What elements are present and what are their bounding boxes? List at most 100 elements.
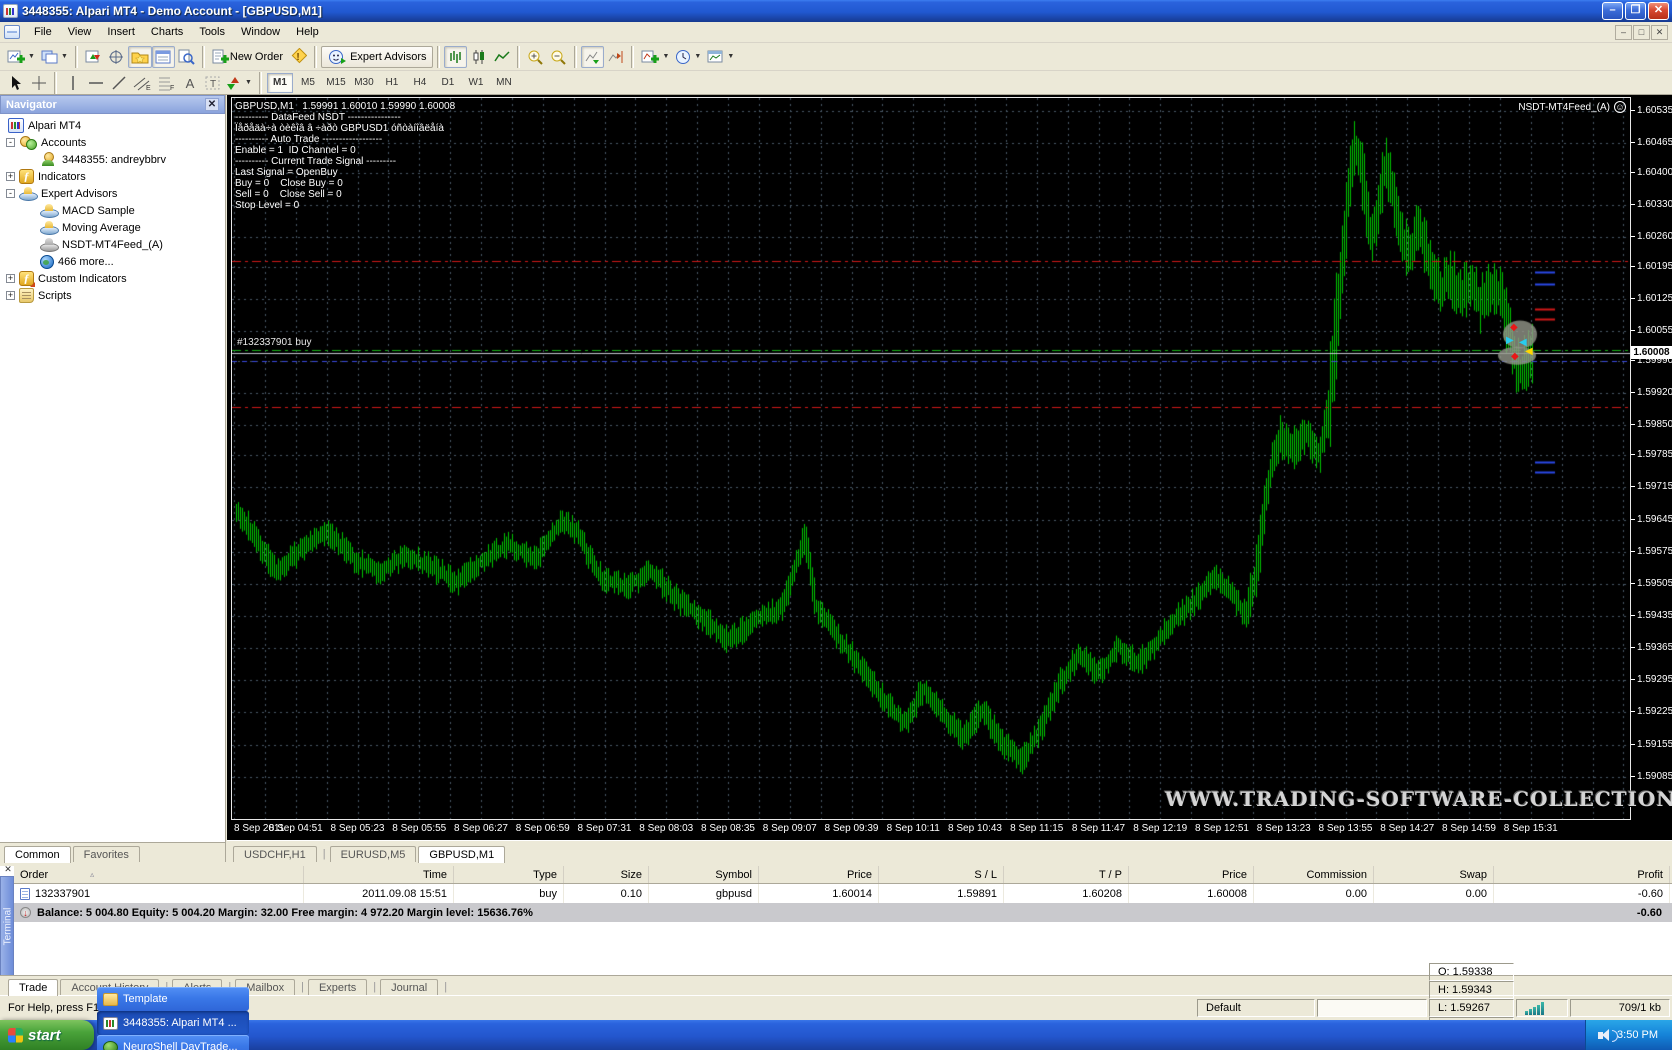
terminal-tab-experts[interactable]: Experts (307, 979, 368, 996)
timeframe-m30[interactable]: M30 (351, 73, 377, 93)
menu-window[interactable]: Window (233, 24, 288, 40)
menu-help[interactable]: Help (288, 24, 327, 40)
tree-item-scripts[interactable]: + Scripts (0, 287, 225, 304)
cursor-button[interactable] (4, 72, 27, 94)
bar-chart-button[interactable] (444, 45, 468, 68)
column-header-size[interactable]: Size (564, 866, 649, 883)
taskbar-task-template[interactable]: Template (97, 987, 249, 1011)
column-header-time[interactable]: Time (304, 866, 454, 883)
timeframe-mn[interactable]: MN (491, 73, 517, 93)
menu-tools[interactable]: Tools (191, 24, 233, 40)
equidistant-channel-button[interactable]: E (130, 72, 154, 94)
menu-file[interactable]: File (26, 24, 60, 40)
navigator-tab-favorites[interactable]: Favorites (72, 846, 140, 863)
expert-advisors-button[interactable]: Expert Advisors (321, 45, 434, 68)
market-watch-button[interactable] (82, 46, 105, 68)
column-header-type[interactable]: Type (454, 866, 564, 883)
timeframe-m1[interactable]: M1 (266, 72, 293, 93)
column-header-symbol[interactable]: Symbol (649, 866, 759, 883)
column-header-swap[interactable]: Swap (1374, 866, 1494, 883)
arrows-button[interactable]: ▼ (224, 72, 255, 94)
fibonacci-button[interactable]: F (154, 72, 178, 94)
profile-cell[interactable]: Default (1197, 999, 1315, 1017)
timeframe-w1[interactable]: W1 (463, 73, 489, 93)
terminal-button[interactable] (151, 45, 175, 68)
data-window-button[interactable] (105, 46, 128, 68)
terminal-tab-journal[interactable]: Journal (380, 979, 439, 996)
periods-button[interactable]: ▼ (672, 46, 704, 68)
taskbar-task-neuroshell-daytrade-[interactable]: NeuroShell DayTrade... (97, 1035, 249, 1050)
start-button[interactable]: start (0, 1020, 94, 1050)
auto-scroll-button[interactable] (581, 45, 605, 68)
navigator-button[interactable] (127, 45, 152, 68)
tree-item-indicators[interactable]: + Indicators (0, 168, 225, 185)
order-table-row[interactable]: 132337901 2011.09.08 15:51 buy 0.10 gbpusd 1.… (14, 884, 1672, 903)
terminal-close-icon[interactable]: ✕ (2, 864, 14, 875)
tree-item-466-more-[interactable]: 466 more... (0, 253, 225, 270)
column-header-t-p[interactable]: T / P (1004, 866, 1129, 883)
text-label-button[interactable]: T (201, 72, 224, 94)
templates-button[interactable]: ▼ (704, 46, 737, 68)
tree-item-expert-advisors[interactable]: - Expert Advisors (0, 185, 225, 202)
menu-insert[interactable]: Insert (99, 24, 143, 40)
column-header-commission[interactable]: Commission (1254, 866, 1374, 883)
close-button[interactable]: ✕ (1648, 2, 1669, 20)
menu-charts[interactable]: Charts (143, 24, 191, 40)
child-restore-button[interactable]: □ (1633, 24, 1650, 40)
tree-item-moving-average[interactable]: Moving Average (0, 219, 225, 236)
restore-button[interactable]: ❐ (1625, 2, 1646, 20)
timeframe-h4[interactable]: H4 (407, 73, 433, 93)
tree-item-3448355-andreybbrv[interactable]: 3448355: andreybbrv (0, 151, 225, 168)
child-close-button[interactable]: ✕ (1651, 24, 1668, 40)
chart-tab-gbpusd-m1[interactable]: GBPUSD,M1 (418, 846, 506, 863)
price-axis[interactable]: 1.60535 1.60465 1.60400 1.60330 1.60260 1.601… (1630, 95, 1672, 840)
column-header-profit[interactable]: Profit (1494, 866, 1670, 883)
tree-item-custom-indicators[interactable]: + Custom Indicators (0, 270, 225, 287)
time-axis[interactable]: 8 Sep 2011 8 Sep 04:51 8 Sep 05:23 8 Sep 05… (232, 823, 1630, 838)
tree-item-alpari-mt4[interactable]: Alpari MT4 (0, 117, 225, 134)
minimize-button[interactable]: – (1602, 2, 1623, 20)
timeframe-d1[interactable]: D1 (435, 73, 461, 93)
column-header-price[interactable]: Price (1129, 866, 1254, 883)
expand-icon[interactable]: + (6, 274, 15, 283)
expand-icon[interactable]: + (6, 291, 15, 300)
column-header-order[interactable]: Order ▵ (14, 866, 304, 883)
text-button[interactable]: A (178, 72, 201, 94)
menu-view[interactable]: View (60, 24, 100, 40)
chart-tab-eurusd-m5[interactable]: EURUSD,M5 (329, 846, 417, 863)
warning-icon[interactable]: ! (286, 46, 310, 68)
chart-tab-usdchf-h1[interactable]: USDCHF,H1 (233, 846, 317, 863)
vertical-line-button[interactable] (61, 72, 84, 94)
volume-icon[interactable] (1598, 1028, 1619, 1042)
indicators-button[interactable]: ▼ (638, 46, 672, 68)
new-chart-button[interactable]: ▼ (4, 46, 38, 68)
column-header-s-l[interactable]: S / L (879, 866, 1004, 883)
tree-item-nsdt-mt4feed-a-[interactable]: NSDT-MT4Feed_(A) (0, 236, 225, 253)
collapse-icon[interactable]: - (6, 138, 15, 147)
terminal-tab-trade[interactable]: Trade (8, 979, 59, 996)
child-minimize-button[interactable]: – (1615, 24, 1632, 40)
navigator-tab-common[interactable]: Common (4, 846, 71, 863)
tree-item-macd-sample[interactable]: MACD Sample (0, 202, 225, 219)
navigator-close-icon[interactable]: ✕ (205, 98, 219, 111)
trendline-button[interactable] (107, 72, 130, 94)
crosshair-button[interactable] (27, 72, 50, 94)
chart-shift-button[interactable] (604, 46, 627, 68)
terminal-side-strip[interactable]: Terminal (0, 876, 14, 976)
zoom-out-button[interactable] (547, 46, 570, 68)
horizontal-line-button[interactable] (84, 72, 107, 94)
candlestick-button[interactable] (467, 46, 490, 68)
timeframe-m5[interactable]: M5 (295, 73, 321, 93)
expand-icon[interactable]: + (6, 172, 15, 181)
profiles-button[interactable]: ▼ (38, 46, 71, 68)
timeframe-m15[interactable]: M15 (323, 73, 349, 93)
tree-item-accounts[interactable]: - Accounts (0, 134, 225, 151)
taskbar-task-3448355-alpari-mt4-[interactable]: 3448355: Alpari MT4 ... (97, 1011, 249, 1035)
timeframe-h1[interactable]: H1 (379, 73, 405, 93)
column-header-price[interactable]: Price (759, 866, 879, 883)
collapse-icon[interactable]: - (6, 189, 15, 198)
new-order-button[interactable]: New Order (209, 46, 286, 68)
zoom-in-button[interactable] (524, 46, 547, 68)
strategy-tester-button[interactable] (175, 46, 198, 68)
line-chart-button[interactable] (490, 46, 513, 68)
